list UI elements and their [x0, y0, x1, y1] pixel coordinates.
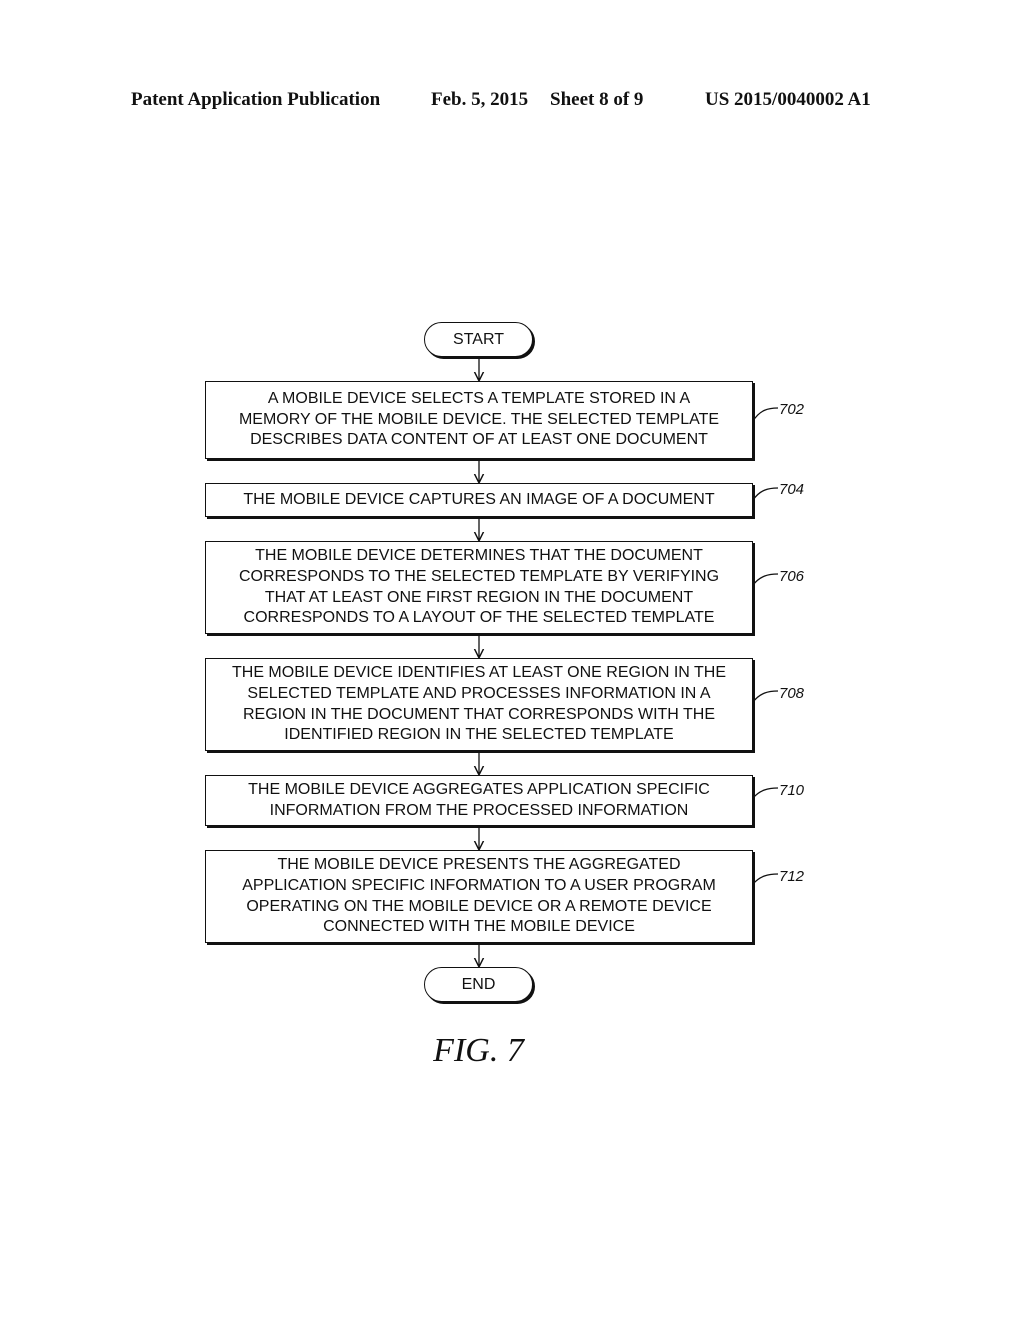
step-712-line: CONNECTED WITH THE MOBILE DEVICE — [323, 918, 635, 936]
start-terminal: START — [424, 322, 533, 357]
step-706-line: CORRESPONDS TO THE SELECTED TEMPLATE BY … — [238, 567, 720, 585]
ref-708: 708 — [779, 685, 805, 702]
ref-706: 706 — [779, 568, 805, 585]
end-terminal: END — [424, 967, 533, 1002]
step-710-line: THE MOBILE DEVICE AGGREGATES APPLICATION… — [248, 780, 710, 798]
step-712-line: OPERATING ON THE MOBILE DEVICE OR A REMO… — [246, 897, 712, 915]
step-702-line: A MOBILE DEVICE SELECTS A TEMPLATE STORE… — [267, 390, 691, 408]
step-704-box: THE MOBILE DEVICE CAPTURES AN IMAGE OF A… — [205, 483, 753, 517]
step-706-line: CORRESPONDS TO A LAYOUT OF THE SELECTED … — [243, 609, 715, 627]
step-708-box: THE MOBILE DEVICE IDENTIFIES AT LEAST ON… — [205, 658, 753, 751]
step-706-line: THAT AT LEAST ONE FIRST REGION IN THE DO… — [264, 588, 694, 606]
step-708-line: IDENTIFIED REGION IN THE SELECTED TEMPLA… — [284, 726, 674, 744]
step-704-line: THE MOBILE DEVICE CAPTURES AN IMAGE OF A… — [243, 490, 715, 508]
leader-704 — [752, 487, 779, 501]
leader-702 — [752, 407, 779, 422]
step-702-line: MEMORY OF THE MOBILE DEVICE. THE SELECTE… — [238, 410, 720, 428]
step-708-line: SELECTED TEMPLATE AND PROCESSES INFORMAT… — [247, 684, 711, 702]
step-708-line: REGION IN THE DOCUMENT THAT CORRESPONDS … — [242, 705, 716, 723]
step-712-box: THE MOBILE DEVICE PRESENTS THE AGGREGATE… — [205, 850, 753, 943]
figure-caption: FIG. 7 — [433, 1032, 524, 1069]
step-710-box: THE MOBILE DEVICE AGGREGATES APPLICATION… — [205, 775, 753, 826]
step-706-line: THE MOBILE DEVICE DETERMINES THAT THE DO… — [255, 547, 703, 565]
leader-710 — [752, 787, 779, 799]
step-712-line: APPLICATION SPECIFIC INFORMATION TO A US… — [242, 876, 716, 894]
step-708-line: THE MOBILE DEVICE IDENTIFIES AT LEAST ON… — [231, 664, 727, 682]
ref-702: 702 — [779, 401, 805, 418]
ref-712: 712 — [779, 868, 805, 885]
start-label: START — [453, 330, 504, 348]
leader-712 — [752, 873, 779, 885]
ref-704: 704 — [779, 481, 805, 498]
step-712-line: THE MOBILE DEVICE PRESENTS THE AGGREGATE… — [277, 856, 681, 874]
ref-710: 710 — [779, 782, 805, 799]
leader-708 — [752, 690, 779, 703]
step-702-line: DESCRIBES DATA CONTENT OF AT LEAST ONE D… — [250, 431, 708, 449]
leader-706 — [752, 573, 779, 586]
step-702-box: A MOBILE DEVICE SELECTS A TEMPLATE STORE… — [205, 381, 753, 459]
step-710-line: INFORMATION FROM THE PROCESSED INFORMATI… — [269, 801, 689, 819]
step-706-box: THE MOBILE DEVICE DETERMINES THAT THE DO… — [205, 541, 753, 634]
end-label: END — [461, 975, 496, 993]
